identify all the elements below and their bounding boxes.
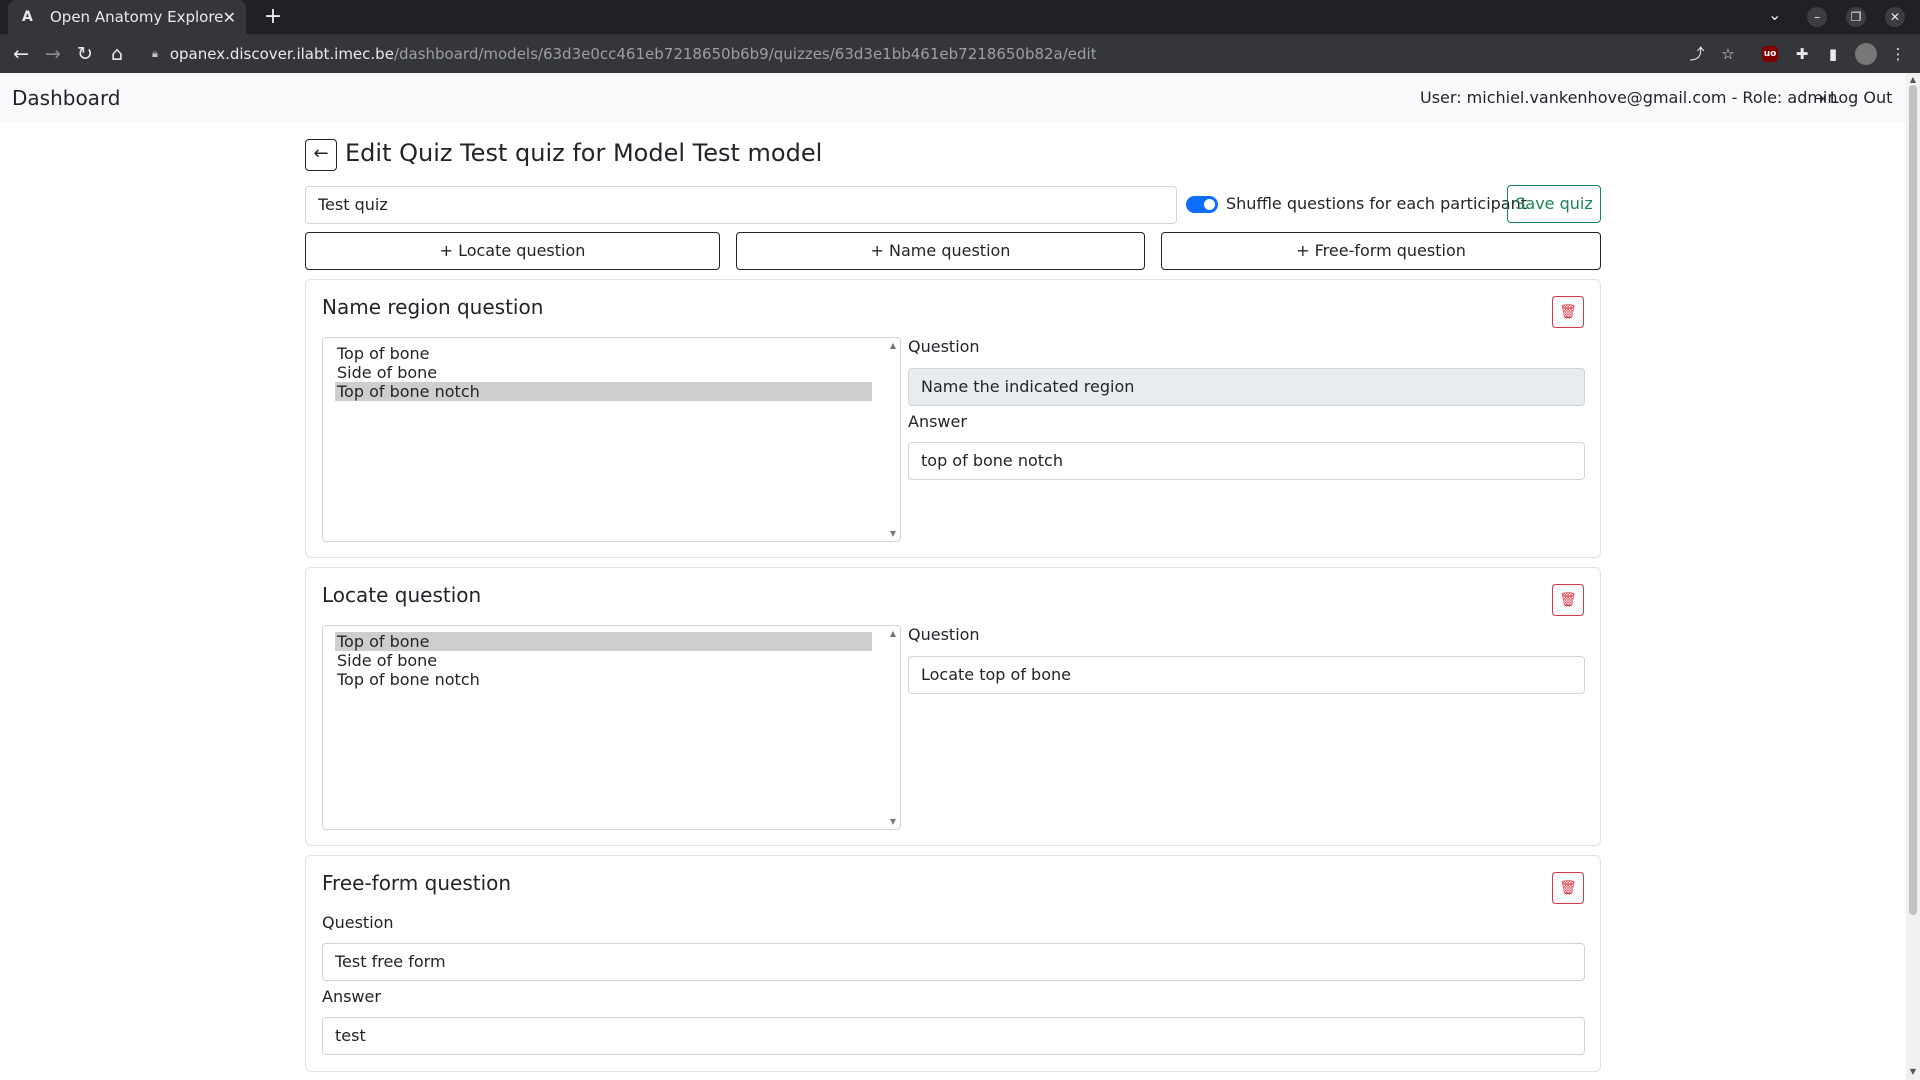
list-scroll-up-icon[interactable]: ▲ <box>890 341 896 350</box>
scroll-up-icon[interactable]: ▲ <box>1908 75 1918 84</box>
list-scroll-up-icon[interactable]: ▲ <box>890 629 896 638</box>
trash-icon: 🗑︎ <box>1559 592 1577 608</box>
question-field: Name the indicated region <box>908 368 1585 406</box>
lock-icon: 🔒︎ <box>152 46 158 60</box>
navbar-brand[interactable]: Dashboard <box>12 86 121 110</box>
trash-icon: 🗑︎ <box>1559 880 1577 896</box>
address-bar[interactable]: 🔒︎ opanex.discover.ilabt.imec.be /dashbo… <box>140 38 1700 69</box>
logout-label: Log Out <box>1829 88 1893 107</box>
question-title: Free-form question <box>322 871 512 895</box>
url-path: /dashboard/models/63d3e0cc461eb7218650b6… <box>393 44 1097 63</box>
forward-arrow-icon[interactable]: → <box>41 42 65 66</box>
bookmark-star-icon[interactable]: ☆ <box>1718 44 1738 64</box>
app-navbar: Dashboard User: michiel.vankenhove@gmail… <box>0 73 1906 123</box>
delete-question-button[interactable]: 🗑︎ <box>1552 584 1584 616</box>
page-scrollbar[interactable]: ▲ ▼ <box>1906 73 1920 1080</box>
page-title: Edit Quiz Test quiz for Model Test model <box>345 139 823 167</box>
answer-label: Answer <box>322 987 381 1006</box>
add-freeform-question-button[interactable]: + Free-form question <box>1161 232 1601 270</box>
back-arrow-icon[interactable]: ← <box>9 42 33 66</box>
home-icon[interactable]: ⌂ <box>105 42 129 66</box>
tab-close-icon[interactable]: ✕ <box>223 8 236 27</box>
plus-icon: + <box>870 241 890 260</box>
question-field[interactable]: Test free form <box>322 943 1585 981</box>
ublock-extension-icon[interactable]: uo <box>1762 46 1778 62</box>
delete-question-button[interactable]: 🗑︎ <box>1552 872 1584 904</box>
restore-icon[interactable]: ❐ <box>1846 7 1866 27</box>
shuffle-toggle[interactable] <box>1186 196 1218 213</box>
plus-icon: + <box>439 241 459 260</box>
trash-icon: 🗑︎ <box>1559 304 1577 320</box>
browser-menu-icon[interactable]: ⋮ <box>1888 44 1908 64</box>
reload-icon[interactable]: ↻ <box>73 42 97 66</box>
shuffle-label: Shuffle questions for each participant <box>1226 194 1528 213</box>
add-freeform-label: Free-form question <box>1314 241 1466 260</box>
add-locate-label: Locate question <box>458 241 586 260</box>
region-option[interactable]: Top of bone notch <box>335 670 872 689</box>
answer-label: Answer <box>908 412 967 431</box>
answer-field[interactable]: test <box>322 1017 1585 1055</box>
question-card-freeform: Free-form question 🗑︎ Question Test free… <box>305 855 1601 1072</box>
tab-search-chevron-icon[interactable]: ⌄ <box>1768 5 1781 24</box>
region-option-selected[interactable]: Top of bone <box>335 632 872 651</box>
tab-title: Open Anatomy Explorer <box>50 8 223 26</box>
question-label: Question <box>322 913 394 932</box>
list-scroll-down-icon[interactable]: ▼ <box>890 817 896 826</box>
scroll-down-icon[interactable]: ▼ <box>1908 1067 1918 1076</box>
region-option-selected[interactable]: Top of bone notch <box>335 382 872 401</box>
plus-icon: + <box>1296 241 1315 260</box>
question-label: Question <box>908 625 980 644</box>
region-select-list[interactable]: Top of bone Side of bone Top of bone not… <box>322 625 901 830</box>
minimize-icon[interactable]: – <box>1807 7 1827 27</box>
region-option[interactable]: Top of bone <box>335 344 872 363</box>
region-select-list[interactable]: Top of bone Side of bone Top of bone not… <box>322 337 901 542</box>
question-title: Name region question <box>322 295 544 319</box>
save-quiz-button[interactable]: Save quiz <box>1507 185 1601 223</box>
share-icon[interactable]: ⤴ <box>1687 44 1707 64</box>
quiz-name-input[interactable]: Test quiz <box>305 186 1177 224</box>
add-locate-question-button[interactable]: + Locate question <box>305 232 720 270</box>
extensions-puzzle-icon[interactable]: ✚ <box>1792 44 1812 64</box>
new-tab-icon[interactable]: + <box>260 4 286 30</box>
site-favicon-icon: A <box>22 9 33 25</box>
profile-avatar[interactable] <box>1855 43 1877 65</box>
browser-tab[interactable]: A Open Anatomy Explorer ✕ <box>8 0 246 34</box>
question-label: Question <box>908 337 980 356</box>
logout-link[interactable]: ⇥ Log Out <box>1814 88 1892 107</box>
list-scroll-down-icon[interactable]: ▼ <box>890 529 896 538</box>
user-info: User: michiel.vankenhove@gmail.com - Rol… <box>1420 88 1838 107</box>
delete-question-button[interactable]: 🗑︎ <box>1552 296 1584 328</box>
question-field[interactable]: Locate top of bone <box>908 656 1585 694</box>
browser-toolbar: ← → ↻ ⌂ 🔒︎ opanex.discover.ilabt.imec.be… <box>0 34 1920 73</box>
scrollbar-thumb[interactable] <box>1909 85 1917 915</box>
logout-icon: ⇥ <box>1814 91 1826 107</box>
question-card-name-region: Name region question 🗑︎ Top of bone Side… <box>305 279 1601 558</box>
add-name-label: Name question <box>889 241 1011 260</box>
answer-field[interactable]: top of bone notch <box>908 442 1585 480</box>
window-close-icon[interactable]: ✕ <box>1885 7 1905 27</box>
region-option[interactable]: Side of bone <box>335 651 872 670</box>
url-host: opanex.discover.ilabt.imec.be <box>169 44 394 63</box>
add-name-question-button[interactable]: + Name question <box>736 232 1145 270</box>
side-panel-icon[interactable]: ▮ <box>1823 44 1843 64</box>
back-button[interactable]: ← <box>305 139 337 171</box>
browser-tab-bar: A Open Anatomy Explorer ✕ + ⌄ – ❐ ✕ <box>0 0 1920 34</box>
region-option[interactable]: Side of bone <box>335 363 872 382</box>
question-card-locate: Locate question 🗑︎ Top of bone Side of b… <box>305 567 1601 846</box>
question-title: Locate question <box>322 583 482 607</box>
